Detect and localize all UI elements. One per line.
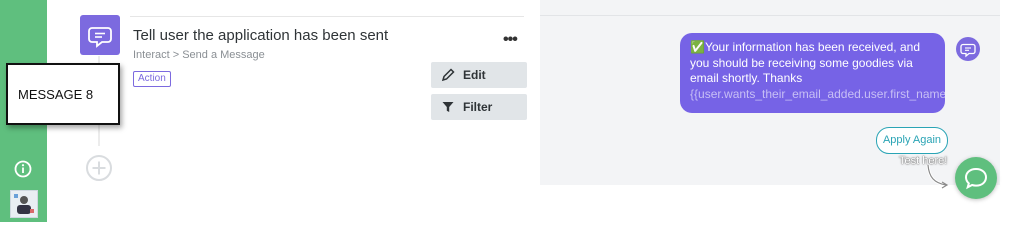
apply-again-button[interactable]: Apply Again <box>876 127 948 154</box>
edit-button[interactable]: Edit <box>431 62 527 88</box>
message-label-box: MESSAGE 8 <box>6 63 120 125</box>
pencil-icon <box>441 68 455 82</box>
avatar-image <box>14 194 34 214</box>
preview-divider <box>540 15 1000 16</box>
edit-button-label: Edit <box>463 68 486 82</box>
filter-icon <box>442 102 454 112</box>
message-bubble: ✅Your information has been received, and… <box>680 33 945 113</box>
message-variable: {{user.wants_their_email_added.user.firs… <box>690 86 945 101</box>
plus-circle-icon[interactable] <box>85 154 113 182</box>
action-badge: Action <box>133 71 171 87</box>
divider <box>130 16 524 17</box>
check-emoji: ✅ <box>690 40 705 54</box>
curved-arrow-icon <box>926 164 949 189</box>
info-icon[interactable] <box>14 160 32 178</box>
bot-speech-icon <box>956 37 980 61</box>
chat-bubble-icon[interactable] <box>955 157 997 199</box>
filter-button[interactable]: Filter <box>431 94 527 120</box>
filter-button-label: Filter <box>463 100 493 114</box>
avatar[interactable] <box>10 190 38 218</box>
speech-bubble-icon[interactable] <box>80 15 120 55</box>
more-dots-icon[interactable]: ••• <box>503 31 518 49</box>
message-text: Your information has been received, and … <box>690 40 920 85</box>
message-label: MESSAGE 8 <box>18 86 94 102</box>
step-title[interactable]: Tell user the application has been sent <box>133 27 388 44</box>
step-breadcrumb: Interact > Send a Message <box>133 49 265 61</box>
